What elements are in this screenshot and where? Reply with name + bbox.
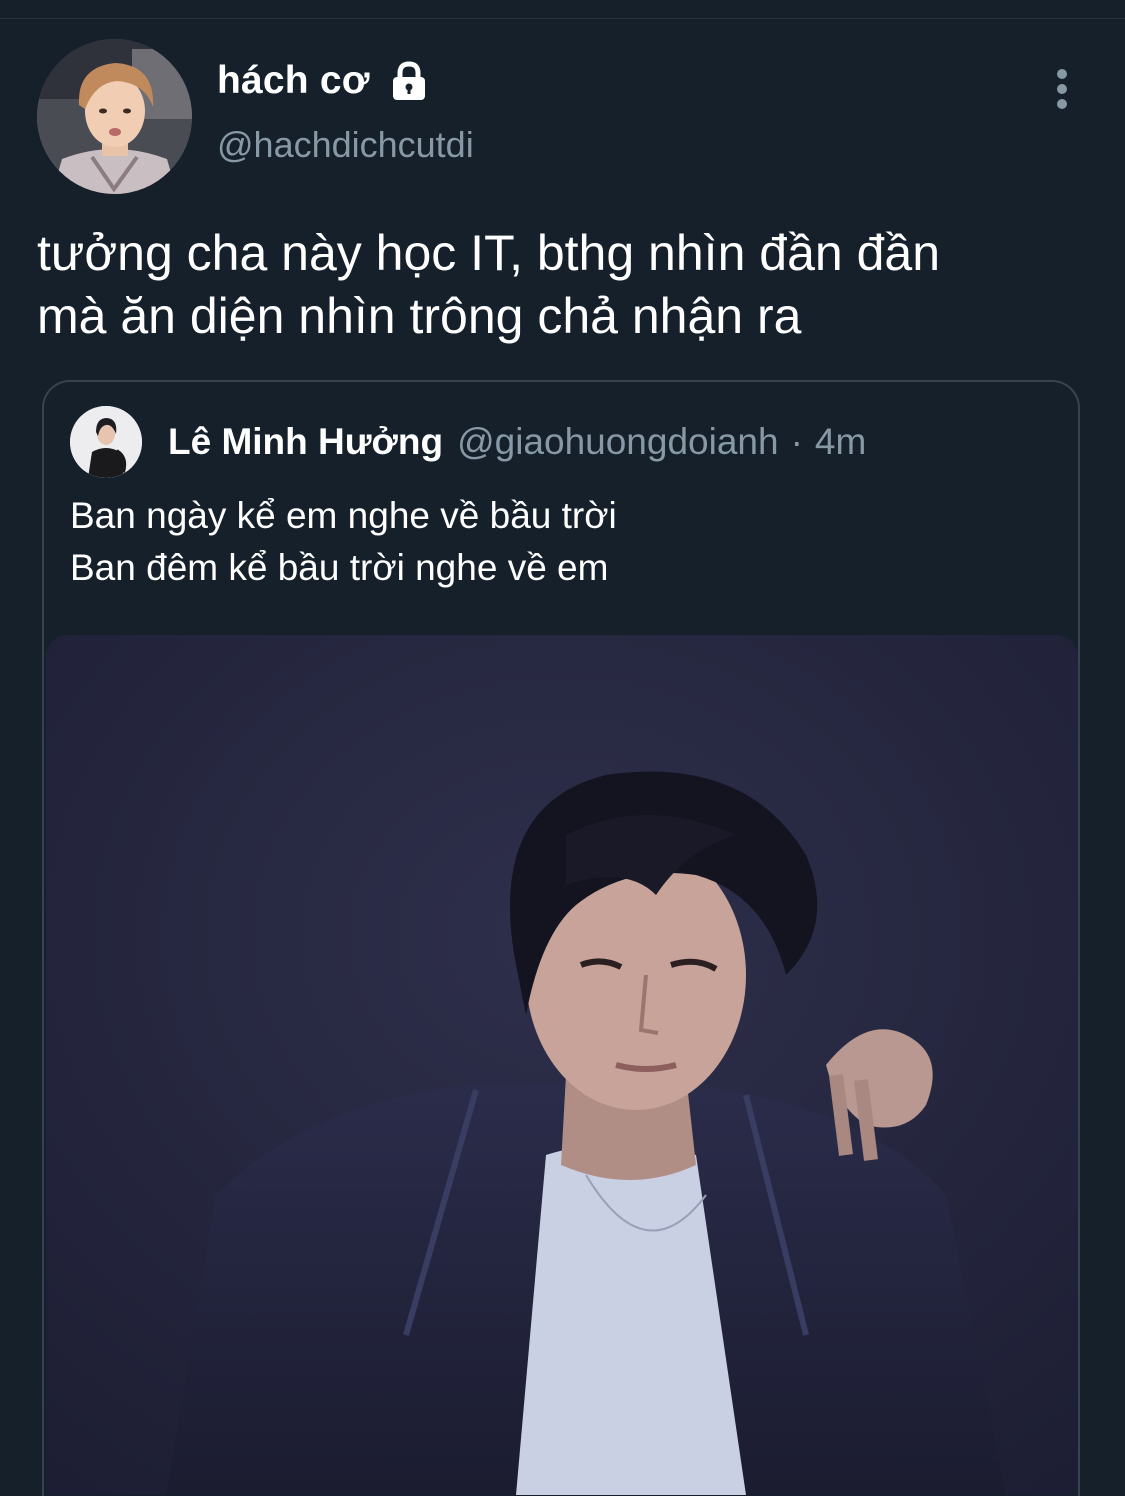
author-display-name[interactable]: hách cơ [217, 59, 370, 103]
separator-dot: · [790, 421, 803, 462]
quoted-author-display-name[interactable]: Lê Minh Hưởng [168, 421, 443, 463]
quoted-tweet-header: Lê Minh Hưởng @giaohuongdoianh · 4m [70, 406, 866, 478]
quoted-tweet-time[interactable]: 4m [815, 421, 866, 463]
quoted-tweet-line: Ban ngày kể em nghe về bầu trời [70, 495, 617, 536]
more-vertical-icon[interactable] [1044, 68, 1080, 112]
top-divider [0, 0, 1125, 19]
quoted-tweet-line: Ban đêm kể bầu trời nghe về em [70, 547, 609, 588]
quoted-tweet-card[interactable]: Lê Minh Hưởng @giaohuongdoianh · 4m Ban … [42, 380, 1080, 1496]
author-handle[interactable]: @hachdichcutdi [217, 124, 474, 166]
quoted-author-handle[interactable]: @giaohuongdoianh [457, 421, 779, 463]
quoted-tweet-text: Ban ngày kể em nghe về bầu trời Ban đêm … [70, 490, 1050, 594]
quoted-author-avatar[interactable] [70, 406, 142, 478]
lock-icon [388, 60, 430, 102]
author-name-row[interactable]: hách cơ [217, 56, 430, 106]
quoted-photo[interactable] [46, 635, 1078, 1495]
tweet-text: tưởng cha này học IT, bthg nhìn đần đần … [37, 225, 941, 344]
author-avatar[interactable] [37, 39, 192, 194]
